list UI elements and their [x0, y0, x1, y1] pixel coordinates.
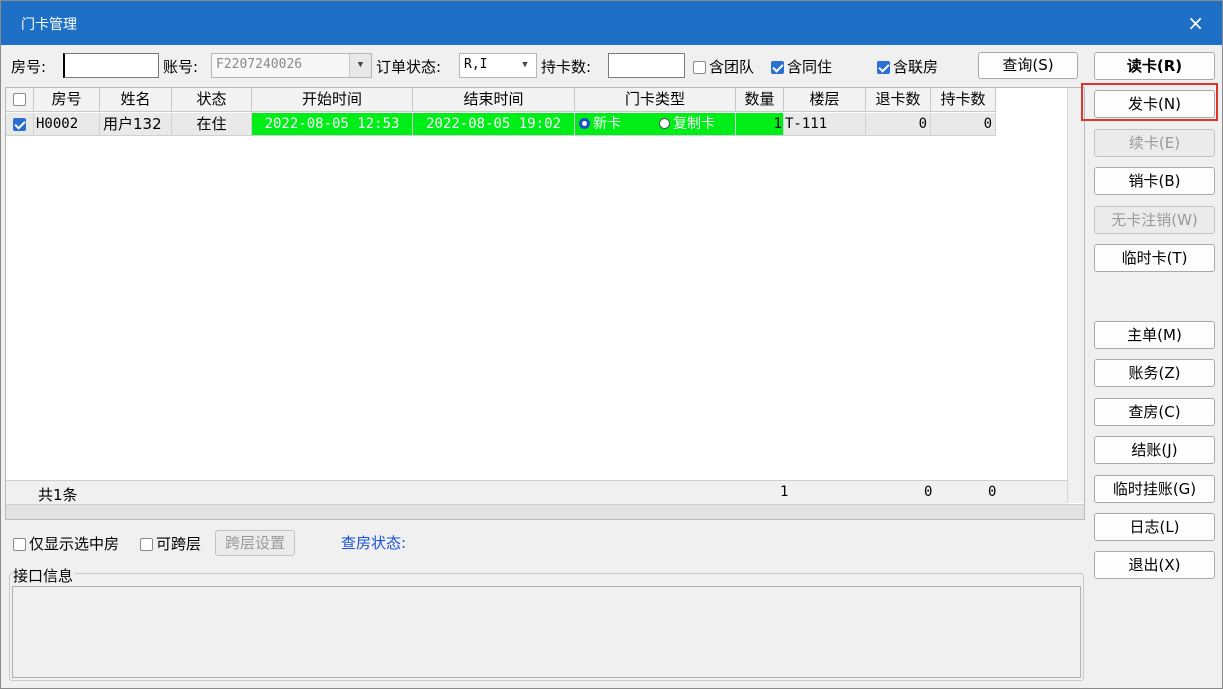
- cell-returned[interactable]: 0: [866, 113, 931, 136]
- only-selected-label: 仅显示选中房: [29, 535, 120, 553]
- issue-card-button[interactable]: 发卡(N): [1094, 90, 1215, 118]
- checkbox-icon[interactable]: [693, 61, 706, 74]
- cancel-without-card-button[interactable]: 无卡注销(W): [1094, 206, 1215, 234]
- horizontal-scrollbar[interactable]: [6, 504, 1084, 519]
- col-header-status[interactable]: 状态: [172, 88, 252, 112]
- check-room-status-label: 查房状态:: [341, 534, 407, 552]
- interface-info-label: 接口信息: [13, 565, 76, 586]
- checkbox-icon[interactable]: [13, 538, 26, 551]
- checkbox-icon[interactable]: [13, 93, 26, 106]
- card-type-copy-label: 复制卡: [673, 116, 715, 132]
- door-card-management-window: 门卡管理 × 房号: 账号: F2207240026 ▼ 订单状态: R,I ▼…: [0, 0, 1223, 689]
- exit-button[interactable]: 退出(X): [1094, 551, 1215, 579]
- cancel-card-button[interactable]: 销卡(B): [1094, 167, 1215, 195]
- linked-checkbox[interactable]: 含联房: [877, 56, 938, 77]
- team-label: 含团队: [709, 58, 755, 76]
- cell-room[interactable]: H0002: [34, 113, 100, 136]
- select-all-header[interactable]: [6, 88, 34, 112]
- checkbox-checked-icon[interactable]: [771, 61, 784, 74]
- team-checkbox[interactable]: 含团队: [693, 56, 754, 77]
- radio-icon[interactable]: [659, 118, 670, 129]
- chevron-down-icon[interactable]: ▼: [514, 54, 536, 77]
- order-status-select[interactable]: R,I ▼: [459, 53, 537, 78]
- col-header-returned[interactable]: 退卡数: [866, 88, 931, 112]
- close-icon[interactable]: ×: [1187, 11, 1204, 35]
- order-status-label: 订单状态:: [376, 58, 442, 76]
- checkout-button[interactable]: 结账(J): [1094, 436, 1215, 464]
- window-title: 门卡管理: [21, 17, 77, 33]
- grid-footer: 共1条 1 0 0: [6, 480, 1067, 504]
- card-grid: 房号 姓名 状态 开始时间 结束时间 门卡类型 数量 楼层 退卡数 持卡数 H0…: [5, 87, 1085, 520]
- radio-selected-icon[interactable]: [579, 118, 590, 129]
- cell-status[interactable]: 在住: [172, 113, 252, 136]
- checkbox-checked-icon[interactable]: [13, 118, 26, 131]
- order-status-value: R,I: [464, 57, 488, 72]
- cross-floor-checkbox[interactable]: 可跨层: [140, 533, 201, 554]
- col-header-card-type[interactable]: 门卡类型: [575, 88, 736, 112]
- linked-label: 含联房: [893, 58, 939, 76]
- account-select[interactable]: F2207240026 ▼: [211, 53, 372, 78]
- cell-end-time[interactable]: 2022-08-05 19:02: [413, 113, 575, 136]
- footer-returned-total: 0: [924, 484, 933, 500]
- cross-floor-label: 可跨层: [156, 535, 202, 553]
- title-bar: 门卡管理 ×: [1, 1, 1222, 45]
- renew-card-button[interactable]: 续卡(E): [1094, 129, 1215, 157]
- cell-card-type: 新卡 复制卡: [575, 113, 736, 136]
- footer-held-total: 0: [988, 484, 997, 500]
- cell-start-time[interactable]: 2022-08-05 12:53: [252, 113, 413, 136]
- card-count-label: 持卡数:: [541, 58, 592, 76]
- card-type-new-radio[interactable]: 新卡: [579, 116, 621, 132]
- only-selected-checkbox[interactable]: 仅显示选中房: [13, 533, 119, 554]
- cell-name[interactable]: 用户132: [100, 113, 172, 136]
- interface-info-textarea[interactable]: [12, 586, 1081, 678]
- col-header-room[interactable]: 房号: [34, 88, 100, 112]
- checkbox-checked-icon[interactable]: [877, 61, 890, 74]
- read-card-button[interactable]: 读卡(R): [1094, 52, 1215, 80]
- col-header-end-time[interactable]: 结束时间: [413, 88, 575, 112]
- col-header-held[interactable]: 持卡数: [931, 88, 996, 112]
- row-checkbox[interactable]: [6, 113, 34, 136]
- chevron-down-icon[interactable]: ▼: [349, 54, 371, 77]
- vertical-scrollbar[interactable]: [1067, 88, 1084, 503]
- log-button[interactable]: 日志(L): [1094, 513, 1215, 541]
- footer-qty-total: 1: [780, 484, 789, 500]
- col-header-name[interactable]: 姓名: [100, 88, 172, 112]
- temp-charge-button[interactable]: 临时挂账(G): [1094, 475, 1215, 503]
- col-header-floor[interactable]: 楼层: [784, 88, 866, 112]
- temp-card-button[interactable]: 临时卡(T): [1094, 244, 1215, 272]
- room-label: 房号:: [11, 58, 47, 76]
- cell-qty[interactable]: 1: [736, 113, 784, 136]
- col-header-qty[interactable]: 数量: [736, 88, 784, 112]
- filter-bar: 房号: 账号: F2207240026 ▼ 订单状态: R,I ▼ 持卡数: 含…: [1, 49, 1087, 81]
- card-type-copy-radio[interactable]: 复制卡: [659, 113, 715, 135]
- cell-floor[interactable]: T-111: [784, 113, 866, 136]
- master-bill-button[interactable]: 主单(M): [1094, 321, 1215, 349]
- total-count: 共1条: [38, 486, 78, 504]
- check-room-button[interactable]: 查房(C): [1094, 398, 1215, 426]
- account-value: F2207240026: [216, 57, 303, 72]
- accounts-button[interactable]: 账务(Z): [1094, 359, 1215, 387]
- account-label: 账号:: [163, 58, 199, 76]
- checkbox-icon[interactable]: [140, 538, 153, 551]
- card-count-input[interactable]: [608, 53, 685, 78]
- card-type-new-label: 新卡: [593, 116, 621, 132]
- room-input[interactable]: [63, 53, 159, 78]
- cell-held[interactable]: 0: [931, 113, 996, 136]
- cohab-label: 含同住: [787, 58, 833, 76]
- query-button[interactable]: 查询(S): [978, 52, 1078, 79]
- col-header-start-time[interactable]: 开始时间: [252, 88, 413, 112]
- cross-floor-settings-button[interactable]: 跨层设置: [215, 530, 295, 556]
- cohab-checkbox[interactable]: 含同住: [771, 56, 832, 77]
- interface-info-group: [9, 573, 1084, 681]
